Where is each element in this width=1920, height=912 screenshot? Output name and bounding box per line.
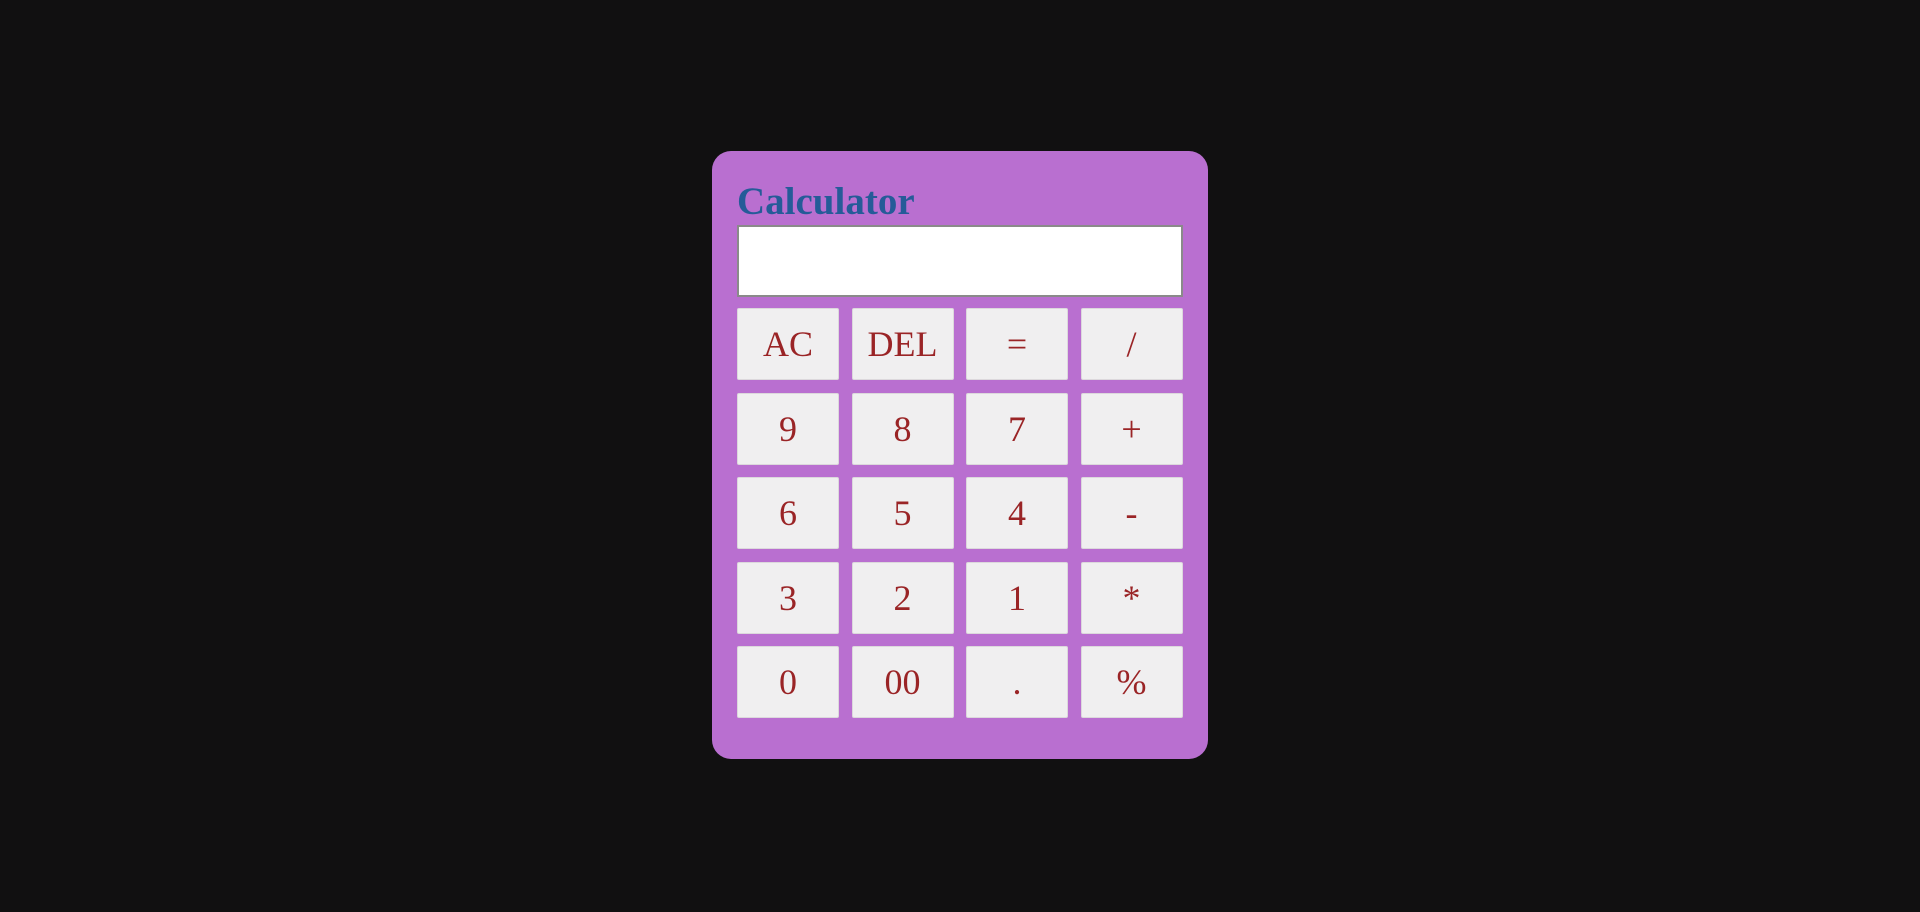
calculator-display[interactable] xyxy=(737,225,1183,297)
key-del-button[interactable]: DEL xyxy=(851,308,954,380)
key-8-button[interactable]: 8 xyxy=(851,392,954,465)
key-2-button[interactable]: 2 xyxy=(851,561,954,634)
key-plus-button[interactable]: + xyxy=(1080,392,1183,465)
calculator-panel: Calculator AC DEL = / 9 8 7 + 6 5 4 - 3 … xyxy=(712,151,1208,759)
key-multiply-button[interactable]: * xyxy=(1080,561,1183,634)
key-0-button[interactable]: 0 xyxy=(737,646,839,718)
key-5-button[interactable]: 5 xyxy=(851,477,954,549)
key-00-button[interactable]: 00 xyxy=(851,646,954,718)
key-divide-button[interactable]: / xyxy=(1080,308,1183,380)
key-3-button[interactable]: 3 xyxy=(737,561,839,634)
key-9-button[interactable]: 9 xyxy=(737,392,839,465)
key-decimal-button[interactable]: . xyxy=(966,646,1068,718)
key-4-button[interactable]: 4 xyxy=(966,477,1068,549)
keypad: AC DEL = / 9 8 7 + 6 5 4 - 3 2 1 * 0 00 … xyxy=(737,308,1183,718)
key-percent-button[interactable]: % xyxy=(1080,646,1183,718)
key-ac-button[interactable]: AC xyxy=(737,308,839,380)
key-equals-button[interactable]: = xyxy=(966,308,1068,380)
key-1-button[interactable]: 1 xyxy=(966,561,1068,634)
calculator-title: Calculator xyxy=(737,180,915,223)
key-7-button[interactable]: 7 xyxy=(966,392,1068,465)
key-6-button[interactable]: 6 xyxy=(737,477,839,549)
key-minus-button[interactable]: - xyxy=(1080,477,1183,549)
